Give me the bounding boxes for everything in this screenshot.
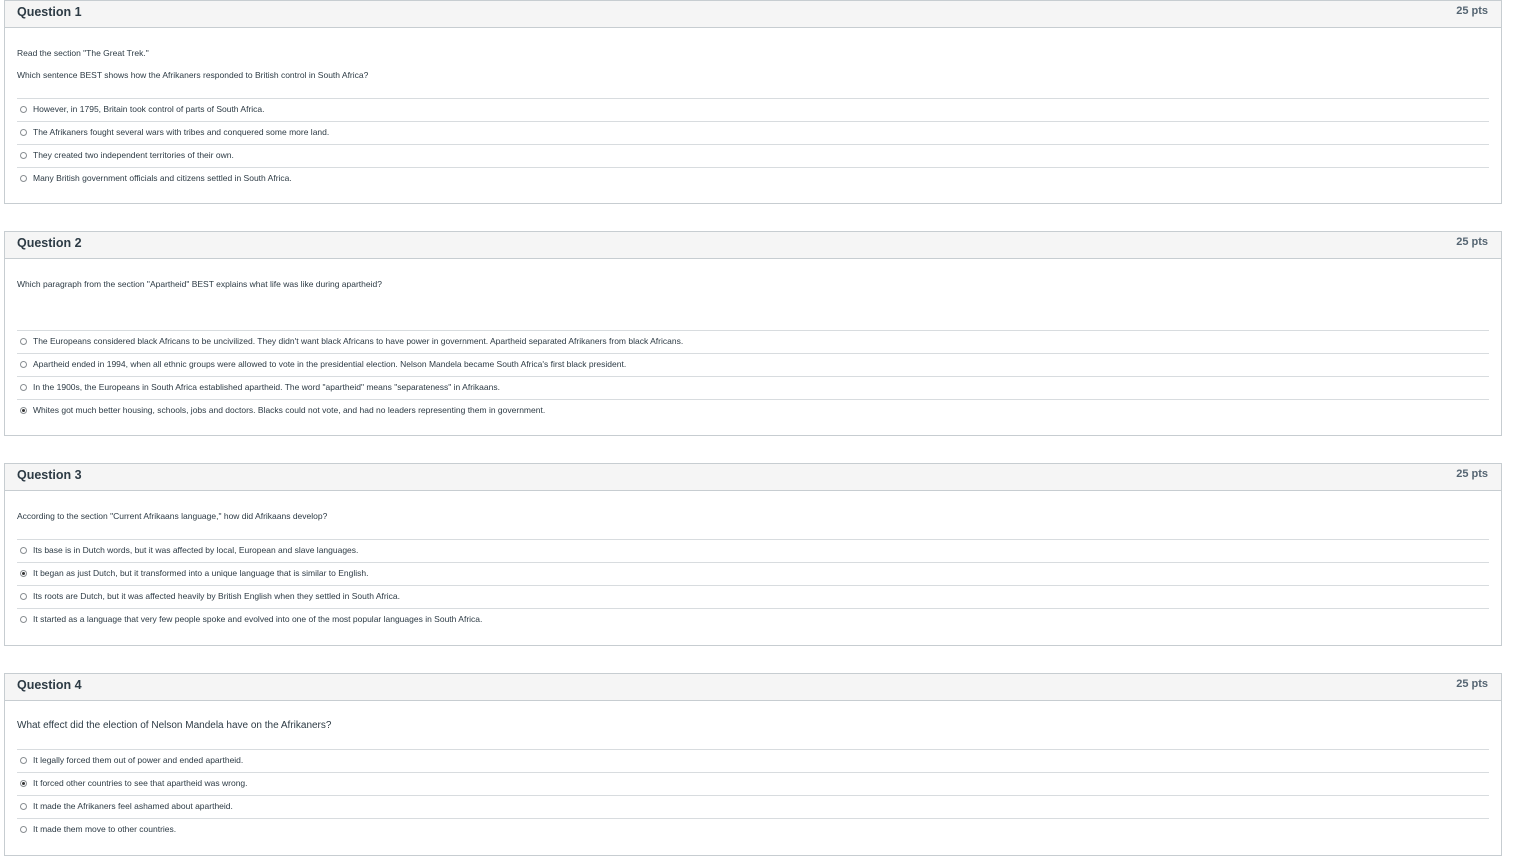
question-title: Question 3 [17,468,82,482]
radio-button[interactable] [20,338,27,345]
radio-button[interactable] [20,826,27,833]
answer-label[interactable]: The Afrikaners fought several wars with … [33,127,329,137]
radio-button-selected[interactable] [20,570,27,577]
question-text: Which sentence BEST shows how the Afrika… [17,70,369,80]
question-body: Which paragraph from the section "Aparth… [4,258,1502,436]
answer-option[interactable]: It forced other countries to see that ap… [17,772,1489,795]
answer-label[interactable]: The Europeans considered black Africans … [33,336,683,346]
answer-label[interactable]: It made them move to other countries. [33,824,176,834]
question-4: Question 4 25 pts What effect did the el… [4,673,1502,856]
radio-button-selected[interactable] [20,780,27,787]
answer-list: Its base is in Dutch words, but it was a… [17,539,1489,631]
radio-button[interactable] [20,616,27,623]
answer-label[interactable]: It began as just Dutch, but it transform… [33,568,368,578]
answer-option[interactable]: It began as just Dutch, but it transform… [17,562,1489,585]
question-header: Question 2 25 pts [4,231,1502,258]
answer-label[interactable]: In the 1900s, the Europeans in South Afr… [33,382,500,392]
answer-label[interactable]: Whites got much better housing, schools,… [33,405,545,415]
answer-option[interactable]: The Afrikaners fought several wars with … [17,121,1489,144]
question-points: 25 pts [1456,236,1488,248]
answer-option[interactable]: Many British government officials and ci… [17,167,1489,190]
radio-button[interactable] [20,547,27,554]
answer-label[interactable]: Its roots are Dutch, but it was affected… [33,591,400,601]
answer-list: The Europeans considered black Africans … [17,330,1489,422]
radio-button[interactable] [20,175,27,182]
question-body: Read the section "The Great Trek." Which… [4,27,1502,204]
question-text: What effect did the election of Nelson M… [17,720,332,731]
radio-button[interactable] [20,152,27,159]
answer-label[interactable]: Apartheid ended in 1994, when all ethnic… [33,359,626,369]
question-points: 25 pts [1456,678,1488,690]
question-text: Which paragraph from the section "Aparth… [17,279,382,289]
radio-button-selected[interactable] [20,407,27,414]
question-title: Question 2 [17,236,82,250]
question-text: According to the section "Current Afrika… [17,511,328,521]
answer-option[interactable]: They created two independent territories… [17,144,1489,167]
question-body: According to the section "Current Afrika… [4,490,1502,646]
radio-button[interactable] [20,757,27,764]
question-title: Question 4 [17,678,82,692]
answer-option[interactable]: It made the Afrikaners feel ashamed abou… [17,795,1489,818]
radio-button[interactable] [20,129,27,136]
answer-option[interactable]: It started as a language that very few p… [17,608,1489,631]
answer-list: It legally forced them out of power and … [17,749,1489,841]
question-text: Read the section "The Great Trek." [17,48,149,58]
radio-button[interactable] [20,106,27,113]
question-points: 25 pts [1456,5,1488,17]
radio-button[interactable] [20,593,27,600]
answer-label[interactable]: It forced other countries to see that ap… [33,778,248,788]
answer-option[interactable]: The Europeans considered black Africans … [17,330,1489,353]
answer-label[interactable]: It started as a language that very few p… [33,614,482,624]
question-title: Question 1 [17,5,82,19]
question-3: Question 3 25 pts According to the secti… [4,463,1502,646]
answer-label[interactable]: It made the Afrikaners feel ashamed abou… [33,801,233,811]
radio-button[interactable] [20,803,27,810]
question-2: Question 2 25 pts Which paragraph from t… [4,231,1502,436]
answer-option[interactable]: Apartheid ended in 1994, when all ethnic… [17,353,1489,376]
answer-list: However, in 1795, Britain took control o… [17,98,1489,190]
answer-option[interactable]: It made them move to other countries. [17,818,1489,841]
answer-label[interactable]: Many British government officials and ci… [33,173,292,183]
answer-label[interactable]: Its base is in Dutch words, but it was a… [33,545,358,555]
question-1: Question 1 25 pts Read the section "The … [4,0,1502,204]
question-header: Question 3 25 pts [4,463,1502,490]
radio-button[interactable] [20,361,27,368]
answer-option[interactable]: Whites got much better housing, schools,… [17,399,1489,422]
answer-option[interactable]: It legally forced them out of power and … [17,749,1489,772]
answer-label[interactable]: However, in 1795, Britain took control o… [33,104,265,114]
answer-option[interactable]: Its roots are Dutch, but it was affected… [17,585,1489,608]
answer-option[interactable]: In the 1900s, the Europeans in South Afr… [17,376,1489,399]
question-points: 25 pts [1456,468,1488,480]
question-header: Question 4 25 pts [4,673,1502,700]
question-header: Question 1 25 pts [4,0,1502,27]
answer-label[interactable]: It legally forced them out of power and … [33,755,243,765]
answer-label[interactable]: They created two independent territories… [33,150,234,160]
question-body: What effect did the election of Nelson M… [4,700,1502,856]
answer-option[interactable]: However, in 1795, Britain took control o… [17,98,1489,121]
radio-button[interactable] [20,384,27,391]
answer-option[interactable]: Its base is in Dutch words, but it was a… [17,539,1489,562]
